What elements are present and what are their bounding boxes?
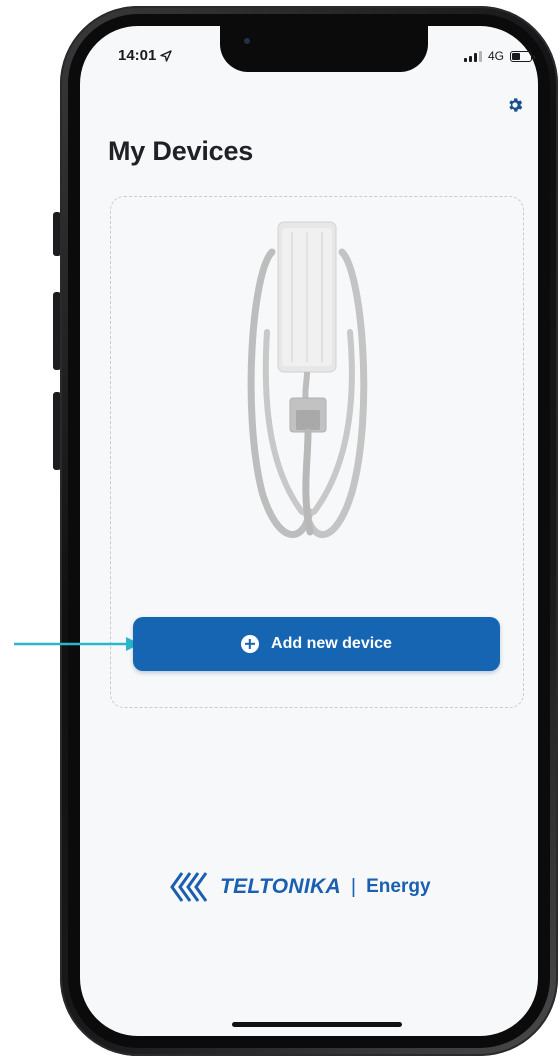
- location-arrow-icon: [160, 49, 173, 62]
- network-type: 4G: [488, 49, 505, 63]
- gear-icon: [509, 98, 523, 112]
- front-camera: [244, 38, 250, 44]
- ev-charger-illustration: [247, 221, 368, 538]
- add-new-device-button[interactable]: Add new device: [133, 617, 500, 671]
- brand-product: Energy: [366, 876, 431, 897]
- brand-name: TELTONIKA: [220, 875, 341, 898]
- teltonika-logo-icon: [170, 872, 208, 902]
- brand-separator: |: [350, 875, 357, 898]
- add-new-device-label: Add new device: [271, 635, 392, 652]
- notch: [220, 26, 428, 72]
- status-indicators: 4G: [464, 49, 536, 63]
- plus-circle-icon: [241, 635, 260, 653]
- status-time: 14:01: [118, 47, 173, 64]
- battery-icon: [510, 50, 536, 62]
- settings-button[interactable]: [504, 94, 526, 116]
- home-indicator[interactable]: [232, 1022, 402, 1027]
- page-title: My Devices: [108, 136, 254, 166]
- status-time-text: 14:01: [118, 47, 157, 64]
- stage: 14:01 4G My Devices Add new device TELTO…: [0, 0, 560, 1059]
- pointer-arrow: [14, 637, 140, 651]
- brand-footer: TELTONIKA | Energy: [168, 870, 431, 904]
- signal-icon: [464, 50, 482, 62]
